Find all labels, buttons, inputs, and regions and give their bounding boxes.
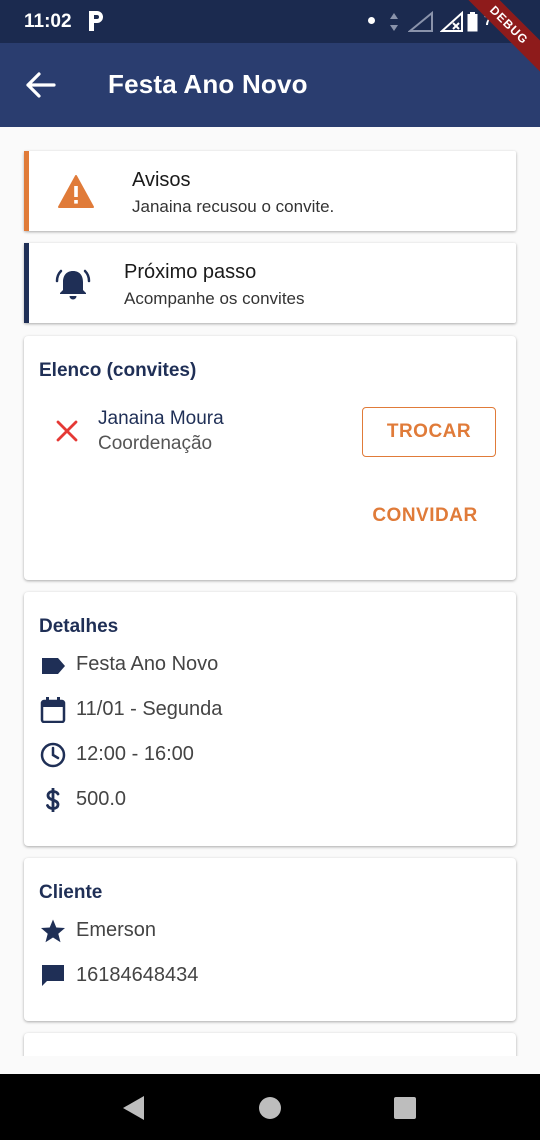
notice-title: Avisos <box>132 169 191 191</box>
signal-icon <box>408 11 433 32</box>
data-arrows-icon <box>390 13 398 31</box>
status-bar: 11:02 75% DEBUG <box>0 0 540 79</box>
notification-dot-icon <box>368 17 375 24</box>
label-tag-icon <box>42 658 65 674</box>
signal-no-service-icon <box>440 11 463 32</box>
status-time: 11:02 <box>24 11 72 32</box>
cast-card: Elenco (convites) Janaina Moura Coordena… <box>24 336 516 580</box>
system-navigation-bar <box>0 1074 540 1140</box>
page-title: Festa Ano Novo <box>108 69 308 99</box>
detail-time: 12:00 - 16:00 <box>76 743 194 765</box>
details-section-title: Detalhes <box>39 616 119 637</box>
details-card: Detalhes Festa Ano Novo 11/01 - Segunda … <box>24 592 516 846</box>
bell-ring-icon <box>55 269 91 300</box>
cast-member-role: Coordenação <box>98 433 213 454</box>
close-x-icon <box>56 420 78 442</box>
clock-icon <box>40 742 66 768</box>
notice-card-next-step[interactable]: Próximo passo Acompanhe os convites <box>24 243 516 323</box>
detail-price: 500.0 <box>76 788 127 810</box>
star-icon <box>41 919 65 943</box>
notice-accent-bar <box>24 243 29 323</box>
back-button[interactable] <box>20 65 64 105</box>
nav-home-icon[interactable] <box>254 1092 286 1124</box>
notice-subtitle: Acompanhe os convites <box>124 289 305 308</box>
notice-title: Próximo passo <box>124 261 257 283</box>
calendar-icon <box>40 697 66 723</box>
invite-button[interactable]: CONVIDAR <box>360 496 490 536</box>
client-card: Cliente Emerson 16184648434 <box>24 858 516 1021</box>
dollar-icon <box>46 788 60 812</box>
message-icon <box>42 965 64 986</box>
nav-recents-icon[interactable] <box>389 1092 421 1124</box>
cast-section-title: Elenco (convites) <box>39 360 197 381</box>
battery-icon <box>467 12 478 32</box>
nav-back-icon[interactable] <box>118 1092 150 1124</box>
warning-icon <box>58 175 94 208</box>
notice-card-warnings[interactable]: Avisos Janaina recusou o convite. <box>24 151 516 231</box>
detail-date: 11/01 - Segunda <box>76 698 223 720</box>
parking-p-icon <box>89 11 103 31</box>
notice-accent-bar <box>24 151 29 231</box>
client-section-title: Cliente <box>39 882 103 903</box>
client-phone: 16184648434 <box>76 964 199 986</box>
detail-event-name: Festa Ano Novo <box>76 653 219 675</box>
notice-subtitle: Janaina recusou o convite. <box>132 197 335 216</box>
client-name: Emerson <box>76 919 157 941</box>
app-bar: Festa Ano Novo <box>0 43 540 127</box>
cast-member-name: Janaina Moura <box>98 408 224 429</box>
next-card-partial <box>24 1033 516 1056</box>
swap-button[interactable]: TROCAR <box>362 407 496 457</box>
arrow-back-icon <box>26 72 56 98</box>
event-details-scroll[interactable]: Avisos Janaina recusou o convite. Próxim… <box>0 127 540 1056</box>
